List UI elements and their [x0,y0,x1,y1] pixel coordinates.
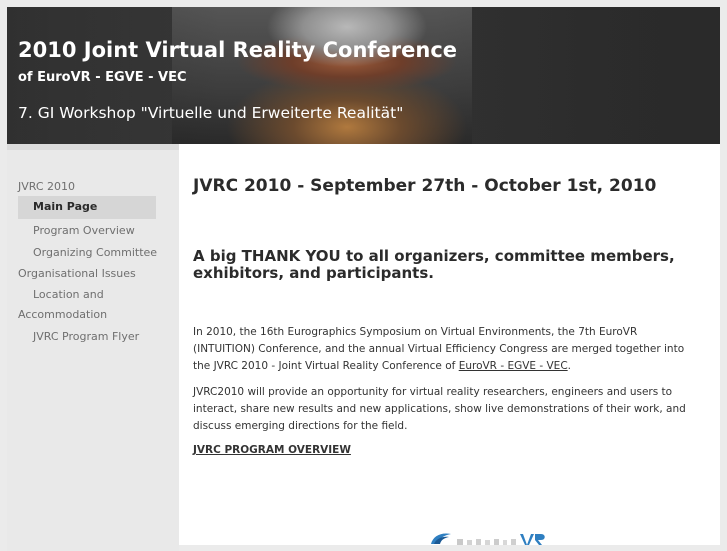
sidebar-item-main-page[interactable]: Main Page [18,196,156,219]
site-header: 2010 Joint Virtual Reality Conference of… [7,7,720,144]
thanks-heading: A big THANK YOU to all organizers, commi… [193,247,675,282]
workshop-title: 7. GI Workshop "Virtuelle und Erweiterte… [18,104,404,122]
program-overview-link[interactable]: JVRC PROGRAM OVERVIEW [193,444,351,456]
sidebar-item-jvrc-2010[interactable]: JVRC 2010 [18,180,75,193]
site-subtitle: of EuroVR - EGVE - VEC [18,70,187,85]
sidebar-item-program-flyer[interactable]: JVRC Program Flyer [33,330,139,343]
eurovr-logo [427,530,567,545]
sidebar-item-program-overview[interactable]: Program Overview [33,224,135,237]
sidebar-item-organisational-issues[interactable]: Organisational Issues [18,267,136,280]
description-paragraph: JVRC2010 will provide an opportunity for… [193,386,686,432]
page-title: JVRC 2010 - September 27th - October 1st… [193,176,657,196]
sidebar-item-accommodation[interactable]: Accommodation [18,308,107,321]
sidebar-item-organizing-committee[interactable]: Organizing Committee [33,246,157,259]
eurovr-egve-vec-link[interactable]: EuroVR - EGVE - VEC [459,360,568,372]
sidebar: JVRC 2010 Main Page Program Overview Org… [7,144,179,551]
main-content: JVRC 2010 - September 27th - October 1st… [179,144,720,545]
intro-paragraph: In 2010, the 16th Eurographics Symposium… [193,326,685,372]
sidebar-item-location[interactable]: Location and [33,288,104,301]
site-title: 2010 Joint Virtual Reality Conference [18,38,458,62]
